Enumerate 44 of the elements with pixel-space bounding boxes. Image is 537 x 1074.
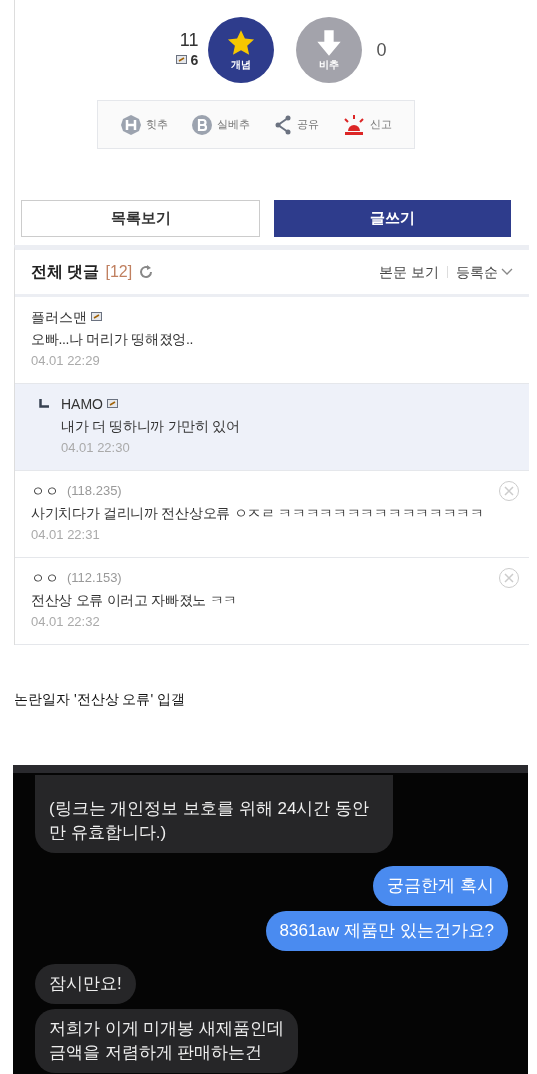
write-button[interactable]: 글쓰기: [274, 200, 511, 237]
comment-time: 04.01 22:31: [31, 526, 101, 544]
list-button[interactable]: 목록보기: [21, 200, 260, 237]
comment-author: 플러스맨: [31, 307, 87, 327]
downvote-count: 0: [376, 38, 387, 62]
member-icon: [107, 398, 119, 410]
comment-text: 전산상 오류 이러고 자빠졌노 ㅋㅋ: [31, 591, 239, 610]
sort-dropdown[interactable]: 등록순: [456, 261, 513, 283]
chevron-down-icon: [501, 268, 513, 276]
action-button[interactable]: 실베추: [190, 113, 250, 136]
upvote-count: 11: [179, 29, 199, 50]
h-badge-icon: [119, 113, 142, 136]
sent-message: 궁금한게 혹시: [373, 866, 508, 906]
received-message: 잠시만요!: [35, 964, 136, 1004]
upvote-button[interactable]: 개념: [208, 17, 275, 83]
siren-icon: [342, 113, 367, 136]
comment-author: ㅇㅇ: [31, 481, 59, 501]
close-icon: [504, 573, 514, 583]
member-icon: [175, 54, 188, 66]
sent-message: 8361aw 제품만 있는건가요?: [265, 911, 508, 951]
comment-ip: (112.153): [67, 569, 122, 588]
comment-time: 04.01 22:32: [31, 613, 101, 631]
comment-text: 사기치다가 걸리니까 전산상오류 ㅇㅈㄹ ㅋㅋㅋㅋㅋㅋㅋㅋㅋㅋㅋㅋㅋㅋㅋ: [31, 504, 485, 523]
comment-author: HAMO: [61, 394, 103, 414]
received-message: (링크는 개인정보 보호를 위해 24시간 동안 만 유효합니다.): [35, 775, 394, 853]
comments-count: [12]: [105, 262, 133, 282]
comment-count: 6: [190, 50, 199, 70]
member-icon: [91, 311, 103, 323]
comments-title: 전체 댓글: [31, 262, 100, 282]
comment-text: 오빠...나 머리가 띵해졌엉..: [31, 330, 195, 349]
comment-text: 내가 더 띵하니까 가만히 있어: [61, 417, 241, 436]
comment-author: ㅇㅇ: [31, 568, 59, 588]
view-post-link[interactable]: 본문 보기: [379, 261, 439, 283]
comment-time: 04.01 22:30: [61, 439, 131, 457]
caption-text: 논란일자 '전산상 오류' 입갤: [14, 690, 186, 709]
refresh-icon: [138, 264, 155, 280]
action-button[interactable]: 공유: [273, 114, 320, 135]
b-badge-icon: [190, 113, 213, 136]
received-message: 저희가 이게 미개봉 새제품인데 금액을 저렴하게 판매하는건: [35, 1009, 299, 1073]
comment-ip: (118.235): [67, 482, 122, 501]
action-button[interactable]: 신고: [342, 113, 393, 136]
close-icon: [504, 486, 514, 496]
comment-time: 04.01 22:29: [31, 352, 101, 370]
action-button[interactable]: 힛추: [119, 113, 168, 136]
